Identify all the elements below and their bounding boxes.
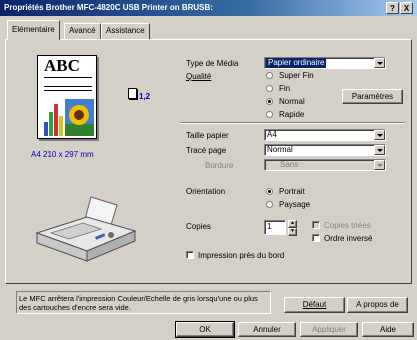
apply-button[interactable]: Appliquer	[300, 322, 358, 337]
text-lines-2	[44, 90, 92, 91]
quality-fin-radio[interactable]	[266, 85, 273, 92]
chevron-down-icon[interactable]	[374, 130, 385, 140]
orientation-label: Orientation	[186, 187, 226, 196]
paper-size-caption: A4 210 x 297 mm	[31, 150, 94, 159]
sunflower-image	[65, 99, 94, 136]
ok-button[interactable]: OK	[175, 321, 235, 338]
collate-label: Copies triées	[324, 221, 371, 230]
orientation-portrait-label: Portrait	[279, 187, 305, 196]
reverse-order-label: Ordre inversé	[324, 234, 373, 243]
quality-rapide-label: Rapide	[279, 110, 305, 119]
cancel-button[interactable]: Annuler	[238, 322, 296, 337]
copies-down-button[interactable]: ▼	[288, 228, 297, 236]
tab-assistance[interactable]: Assistance	[101, 23, 150, 39]
tab-avance[interactable]: Avancé	[64, 23, 101, 39]
default-button[interactable]: Défaut	[284, 297, 345, 313]
paper-size-select[interactable]: A4	[264, 129, 386, 141]
tab-elementaire[interactable]: Elémentaire	[7, 20, 60, 40]
page-layout-value: Normal	[267, 145, 293, 154]
border-select[interactable]: Sans	[264, 159, 386, 171]
copies-page-icon	[128, 88, 137, 99]
orientation-portrait-radio[interactable]	[266, 188, 273, 195]
copies-up-button[interactable]: ▲	[288, 220, 297, 228]
copies-label: Copies	[186, 222, 211, 231]
text-lines	[44, 77, 92, 87]
near-edge-checkbox[interactable]	[186, 251, 194, 259]
border-value: Sans	[280, 160, 299, 169]
help-button[interactable]: Aide	[362, 322, 414, 337]
media-type-label: Type de Média	[186, 59, 239, 68]
quality-fin-label: Fin	[279, 84, 291, 93]
document-preview: ABC	[37, 55, 97, 139]
chevron-down-icon[interactable]	[374, 160, 385, 170]
help-title-button[interactable]: ?	[386, 2, 399, 14]
close-button[interactable]: X	[400, 2, 413, 14]
media-type-value: Papier ordinaire	[266, 58, 327, 68]
bar-chart-icon	[43, 100, 65, 136]
border-label: Bordure	[205, 161, 234, 170]
quality-normal-label: Normal	[279, 97, 305, 106]
about-button[interactable]: A propos de	[347, 297, 408, 313]
title-bar[interactable]: Propriétés Brother MFC-4820C USB Printer…	[0, 0, 417, 16]
chevron-down-icon[interactable]	[374, 145, 385, 155]
orientation-landscape-radio[interactable]	[266, 201, 273, 208]
window-title: Propriétés Brother MFC-4820C USB Printer…	[4, 3, 213, 12]
quality-label: Qualité	[186, 72, 212, 81]
copies-input[interactable]: 1	[264, 220, 286, 235]
page-layout-label: Tracé page	[186, 146, 227, 155]
settings-button[interactable]: Paramètres	[342, 89, 403, 104]
printer-illustration	[35, 196, 137, 262]
quality-normal-radio[interactable]	[266, 98, 273, 105]
near-edge-label: Impression près du bord	[198, 251, 285, 260]
copies-badge: 1,2	[139, 92, 151, 101]
quality-rapide-radio[interactable]	[266, 111, 273, 118]
abc-logo-text: ABC	[44, 56, 80, 75]
quality-super-fin-label: Super Fin	[279, 71, 314, 80]
collate-checkbox[interactable]	[312, 221, 320, 229]
quality-super-fin-radio[interactable]	[266, 72, 273, 79]
separator	[180, 122, 405, 124]
chevron-down-icon[interactable]	[374, 58, 385, 68]
orientation-landscape-label: Paysage	[279, 200, 311, 209]
paper-size-label: Taille papier	[186, 131, 229, 140]
ink-warning-message: Le MFC arrêtera l'impression Couleur/Ech…	[16, 291, 271, 314]
page-layout-select[interactable]: Normal	[264, 144, 386, 156]
copies-value: 1	[267, 222, 272, 231]
media-type-select[interactable]: Papier ordinaire	[264, 57, 386, 69]
paper-size-value: A4	[267, 130, 277, 139]
reverse-order-checkbox[interactable]	[312, 234, 320, 242]
